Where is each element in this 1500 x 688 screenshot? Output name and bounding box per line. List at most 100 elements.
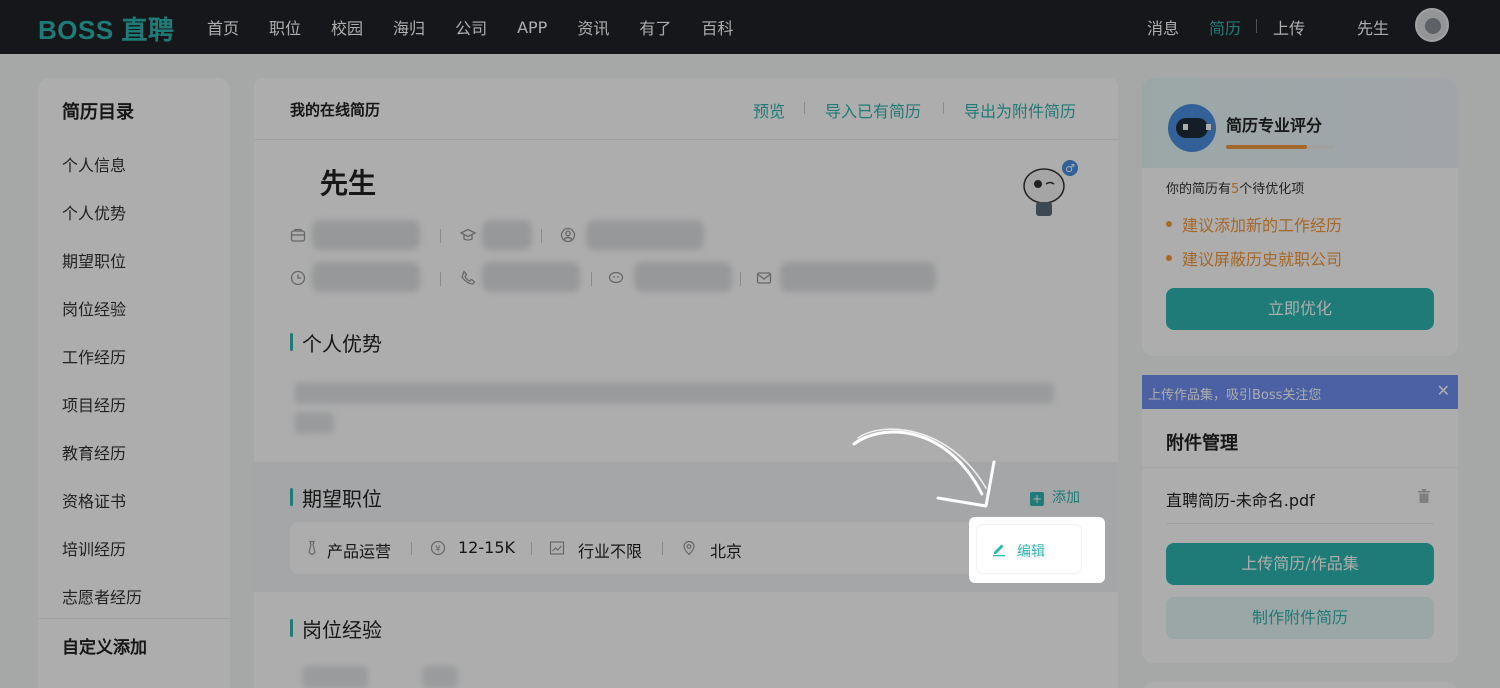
guide-arrow-icon (852, 428, 996, 508)
nav-messages[interactable]: 消息 (1147, 15, 1179, 39)
sidebar-item-expectation[interactable]: 期望职位 (62, 248, 126, 272)
custom-add-section: 自定义添加 (38, 618, 230, 688)
divider (740, 272, 741, 286)
attachment-title: 附件管理 (1166, 433, 1238, 454)
blurred-advantage-text (294, 382, 1054, 404)
divider (440, 272, 441, 286)
add-expectation-button[interactable]: + 添加 (1030, 487, 1080, 507)
expected-city: 北京 (710, 542, 743, 561)
nav-home[interactable]: 首页 (207, 15, 239, 39)
edit-expectation-button[interactable]: 编辑 (977, 525, 1081, 573)
blurred-advantage-text (294, 412, 334, 434)
blurred-experience-tag (422, 666, 458, 688)
trash-icon[interactable] (1418, 489, 1430, 503)
portfolio-banner[interactable]: 上传作品集，吸引Boss关注您 ✕ (1142, 375, 1458, 409)
expected-industry: 行业不限 (578, 542, 643, 561)
pencil-icon (993, 544, 1005, 557)
blurred-birth-date (312, 262, 420, 292)
upload-resume-button[interactable]: 上传简历/作品集 (1166, 543, 1434, 585)
industry-chart-icon (549, 541, 565, 555)
score-desc-suffix: 个待优化项 (1239, 182, 1305, 197)
blurred-degree (482, 220, 532, 250)
clock-icon (290, 270, 306, 286)
banner-text: 上传作品集，吸引Boss关注您 (1148, 388, 1322, 403)
sidebar-item-education[interactable]: 教育经历 (62, 440, 126, 464)
nav-wiki[interactable]: 百科 (701, 15, 733, 39)
custom-add-title: 自定义添加 (62, 638, 147, 658)
sidebar-item-experience[interactable]: 岗位经验 (62, 296, 126, 320)
sidebar-item-work[interactable]: 工作经历 (62, 344, 126, 368)
edit-spotlight: 编辑 (969, 517, 1105, 583)
expectation-row[interactable]: 产品运营 ¥ 12-15K 行业不限 北京 (290, 522, 1080, 574)
mail-icon (756, 272, 772, 284)
main-nav: 首页 职位 校园 海归 公司 APP 资讯 有了 百科 (207, 0, 733, 54)
user-name[interactable]: 先生 (1357, 15, 1389, 39)
divider (531, 542, 532, 555)
optimize-now-button[interactable]: 立即优化 (1166, 288, 1434, 330)
divider (440, 229, 441, 243)
sidebar-item-training[interactable]: 培训经历 (62, 536, 126, 560)
sidebar-item-advantage[interactable]: 个人优势 (62, 200, 126, 224)
online-resume: 我的在线简历 预览 导入已有简历 导出为附件简历 先生 ♂ 个人优势 期望职位 … (254, 78, 1118, 688)
nav-jobs[interactable]: 职位 (269, 15, 301, 39)
attachment-file-name[interactable]: 直聘简历-未命名.pdf (1166, 487, 1315, 511)
candidate-name[interactable]: 先生 (320, 162, 376, 202)
sidebar-item-certificates[interactable]: 资格证书 (62, 488, 126, 512)
header-divider (943, 102, 944, 114)
blurred-status (586, 220, 704, 250)
divider (591, 272, 592, 286)
nav-news[interactable]: 资讯 (577, 15, 609, 39)
score-description: 你的简历有5个待优化项 (1166, 178, 1304, 197)
tie-icon (308, 540, 316, 556)
section-experience-title: 岗位经验 (290, 614, 382, 643)
resume-header: 我的在线简历 预览 导入已有简历 导出为附件简历 (254, 78, 1118, 140)
gender-mascot-icon: ♂ (1023, 160, 1078, 216)
header-divider (804, 102, 805, 114)
divider (662, 542, 663, 555)
blurred-work-years (312, 220, 420, 250)
section-advantage-title: 个人优势 (290, 328, 382, 357)
import-resume-link[interactable]: 导入已有简历 (825, 98, 921, 122)
boss-logo[interactable]: BOSS 直聘 (38, 10, 174, 47)
blurred-experience-tag (302, 666, 368, 688)
suggestion-item[interactable]: 建议屏蔽历史就职公司 (1166, 246, 1342, 270)
location-pin-icon (683, 540, 695, 556)
blurred-email (780, 262, 936, 292)
score-progress-bar (1226, 145, 1334, 149)
contact-row-1 (290, 218, 1090, 252)
sidebar-item-volunteer[interactable]: 志愿者经历 (62, 584, 142, 608)
expected-position: 产品运营 (327, 542, 392, 561)
score-progress-fill (1226, 145, 1307, 149)
suggestion-item[interactable]: 建议添加新的工作经历 (1166, 212, 1342, 236)
sidebar-item-projects[interactable]: 项目经历 (62, 392, 126, 416)
nav-upload[interactable]: 上传 (1273, 15, 1305, 39)
close-icon[interactable]: ✕ (1437, 381, 1450, 400)
score-title: 简历专业评分 (1226, 116, 1323, 135)
plus-icon: + (1030, 492, 1044, 506)
next-card (1142, 682, 1458, 688)
nav-app[interactable]: APP (517, 18, 547, 37)
robot-avatar-icon (1168, 104, 1216, 152)
preview-link[interactable]: 预览 (753, 98, 785, 122)
top-navbar: BOSS 直聘 首页 职位 校园 海归 公司 APP 资讯 有了 百科 消息 简… (0, 0, 1500, 54)
sidebar-item-personal-info[interactable]: 个人信息 (62, 152, 126, 176)
make-attachment-resume-button[interactable]: 制作附件简历 (1166, 597, 1434, 639)
nav-campus[interactable]: 校园 (331, 15, 363, 39)
expected-salary: 12-15K (458, 538, 515, 557)
export-attachment-link[interactable]: 导出为附件简历 (964, 98, 1076, 122)
user-avatar[interactable] (1415, 8, 1449, 42)
nav-resume[interactable]: 简历 (1209, 15, 1241, 39)
nav-company[interactable]: 公司 (455, 15, 487, 39)
divider (541, 229, 542, 243)
blurred-phone (482, 262, 580, 292)
page-title: 我的在线简历 (290, 101, 381, 119)
blurred-wechat (634, 262, 732, 292)
divider (411, 542, 412, 555)
divider (1142, 467, 1458, 468)
user-icon (560, 227, 576, 243)
nav-youle[interactable]: 有了 (639, 15, 671, 39)
svg-text:♂: ♂ (1065, 162, 1075, 175)
graduation-cap-icon (460, 228, 476, 241)
nav-overseas[interactable]: 海归 (393, 15, 425, 39)
section-expectation-title: 期望职位 (290, 483, 382, 512)
